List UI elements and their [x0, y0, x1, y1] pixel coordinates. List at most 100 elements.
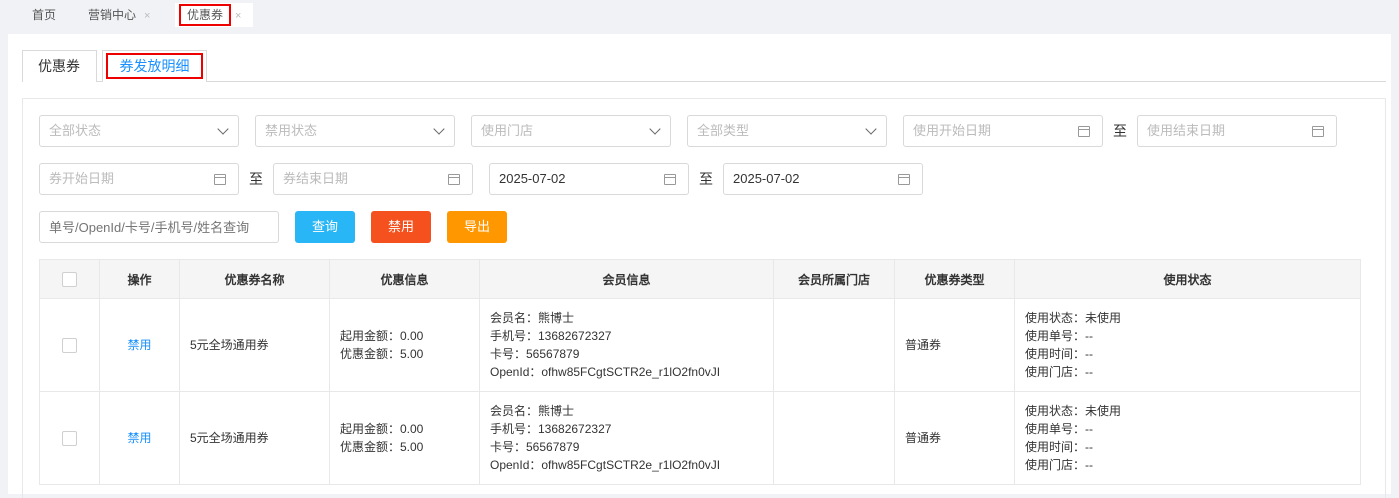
column-header: 优惠券类型 [894, 259, 1015, 299]
member-openid: OpenId：ofhw85FCgtSCTR2e_r1lO2fn0vJI [490, 458, 721, 472]
row-checkbox-cell[interactable] [39, 391, 100, 485]
chevron-down-icon [865, 123, 877, 135]
use-start-date[interactable]: 使用开始日期 [903, 115, 1103, 147]
ban-status-select-value: 禁用状态 [265, 123, 318, 138]
store-select[interactable]: 使用门店 [471, 115, 671, 147]
column-header: 操作 [99, 259, 180, 299]
usage-order: 使用单号：-- [1025, 329, 1093, 343]
usage-state: 使用状态：未使用 [1025, 404, 1122, 418]
subtab-issue-detail-label: 券发放明细 [106, 53, 203, 79]
action-cell: 禁用 [99, 298, 180, 392]
chevron-down-icon [649, 123, 661, 135]
row-checkbox[interactable] [62, 431, 77, 447]
tab-marketing-label: 营销中心 [88, 8, 137, 22]
issue-start-date-value: 2025-07-02 [499, 171, 566, 186]
column-header: 优惠信息 [329, 259, 480, 299]
action-cell: 禁用 [99, 391, 180, 485]
coupon-type: 普通券 [894, 391, 1015, 485]
calendar-icon [898, 174, 910, 185]
coupon-type: 普通券 [894, 298, 1015, 392]
discount-info: 起用金额：0.00 优惠金额：5.00 [329, 391, 480, 485]
select-all-checkbox[interactable] [62, 271, 77, 287]
coupon-start-date-value: 券开始日期 [49, 171, 115, 186]
top-tab-bar: 首页 营销中心 × 优惠券 × [0, 0, 1399, 28]
column-header: 优惠券名称 [179, 259, 330, 299]
calendar-icon [214, 174, 226, 185]
ban-link[interactable]: 禁用 [127, 431, 151, 445]
query-button[interactable]: 查询 [295, 211, 355, 243]
column-header: 使用状态 [1014, 259, 1361, 299]
member-name: 会员名：熊博士 [490, 404, 575, 418]
calendar-icon [1312, 126, 1324, 137]
member-phone: 手机号：13682672327 [490, 329, 612, 343]
row-checkbox-cell[interactable] [39, 298, 100, 392]
subtab-issue-detail[interactable]: 券发放明细 [102, 50, 207, 82]
issue-end-date[interactable]: 2025-07-02 [723, 163, 923, 195]
coupon-end-date[interactable]: 券结束日期 [273, 163, 473, 195]
usage-status: 使用状态：未使用 使用单号：-- 使用时间：-- 使用门店：-- [1014, 391, 1361, 485]
coupon-end-date-value: 券结束日期 [283, 171, 349, 186]
row-checkbox[interactable] [62, 338, 77, 354]
close-icon[interactable]: × [144, 10, 150, 22]
member-card: 卡号：56567879 [490, 347, 580, 361]
issue-end-date-value: 2025-07-02 [733, 171, 800, 186]
select-all-cell[interactable] [39, 259, 100, 299]
ban-button[interactable]: 禁用 [371, 211, 431, 243]
sub-tabs: 优惠券 券发放明细 [22, 50, 1386, 82]
tab-marketing[interactable]: 营销中心 × [78, 3, 160, 27]
usage-time: 使用时间：-- [1025, 440, 1093, 454]
discount-amount: 优惠金额：5.00 [340, 347, 424, 361]
chevron-down-icon [217, 123, 229, 135]
use-end-date[interactable]: 使用结束日期 [1137, 115, 1337, 147]
usage-store: 使用门店：-- [1025, 365, 1093, 379]
calendar-icon [448, 174, 460, 185]
discount-amount: 优惠金额：5.00 [340, 440, 424, 454]
tab-home-label: 首页 [32, 8, 57, 22]
tab-home[interactable]: 首页 [22, 3, 66, 27]
usage-order: 使用单号：-- [1025, 422, 1093, 436]
subtab-coupon[interactable]: 优惠券 [22, 50, 97, 82]
member-info: 会员名：熊博士 手机号：13682672327 卡号：56567879 Open… [479, 391, 774, 485]
status-select[interactable]: 全部状态 [39, 115, 239, 147]
use-end-date-value: 使用结束日期 [1147, 123, 1226, 138]
chevron-down-icon [433, 123, 445, 135]
use-start-date-value: 使用开始日期 [913, 123, 992, 138]
export-button[interactable]: 导出 [447, 211, 507, 243]
usage-state: 使用状态：未使用 [1025, 311, 1122, 325]
table-row: 禁用 5元全场通用券 起用金额：0.00 优惠金额：5.00 会员名：熊博士 手… [39, 391, 1361, 485]
min-amount: 起用金额：0.00 [340, 329, 424, 343]
member-card: 卡号：56567879 [490, 440, 580, 454]
column-header: 会员信息 [479, 259, 774, 299]
range-separator: 至 [1113, 123, 1127, 139]
type-select-value: 全部类型 [697, 123, 750, 138]
member-store [773, 298, 895, 392]
tab-coupon-label: 优惠券 [179, 4, 232, 26]
calendar-icon [1078, 126, 1090, 137]
search-input[interactable] [39, 211, 279, 243]
store-select-value: 使用门店 [481, 123, 534, 138]
filter-card: 全部状态 禁用状态 使用门店 全部类型 使用开始日期 至 使用结束日期 券开始日… [22, 98, 1386, 498]
coupon-name: 5元全场通用券 [179, 391, 330, 485]
member-name: 会员名：熊博士 [490, 311, 575, 325]
range-separator: 至 [699, 171, 713, 187]
column-header: 会员所属门店 [773, 259, 895, 299]
issue-start-date[interactable]: 2025-07-02 [489, 163, 689, 195]
ban-link[interactable]: 禁用 [127, 338, 151, 352]
discount-info: 起用金额：0.00 优惠金额：5.00 [329, 298, 480, 392]
usage-time: 使用时间：-- [1025, 347, 1093, 361]
min-amount: 起用金额：0.00 [340, 422, 424, 436]
close-icon[interactable]: × [235, 10, 241, 22]
type-select[interactable]: 全部类型 [687, 115, 887, 147]
table-header-row: 操作 优惠券名称 优惠信息 会员信息 会员所属门店 优惠券类型 使用状态 [39, 259, 1361, 299]
range-separator: 至 [249, 171, 263, 187]
calendar-icon [664, 174, 676, 185]
ban-status-select[interactable]: 禁用状态 [255, 115, 455, 147]
tab-coupon[interactable]: 优惠券 × [175, 3, 246, 27]
member-openid: OpenId：ofhw85FCgtSCTR2e_r1lO2fn0vJI [490, 365, 721, 379]
usage-status: 使用状态：未使用 使用单号：-- 使用时间：-- 使用门店：-- [1014, 298, 1361, 392]
coupon-detail-table: 操作 优惠券名称 优惠信息 会员信息 会员所属门店 优惠券类型 使用状态 禁用 … [39, 259, 1361, 485]
coupon-start-date[interactable]: 券开始日期 [39, 163, 239, 195]
member-phone: 手机号：13682672327 [490, 422, 612, 436]
content-panel: 优惠券 券发放明细 全部状态 禁用状态 使用门店 全部类型 使用开始日期 至 使… [8, 34, 1391, 498]
status-select-value: 全部状态 [49, 123, 102, 138]
